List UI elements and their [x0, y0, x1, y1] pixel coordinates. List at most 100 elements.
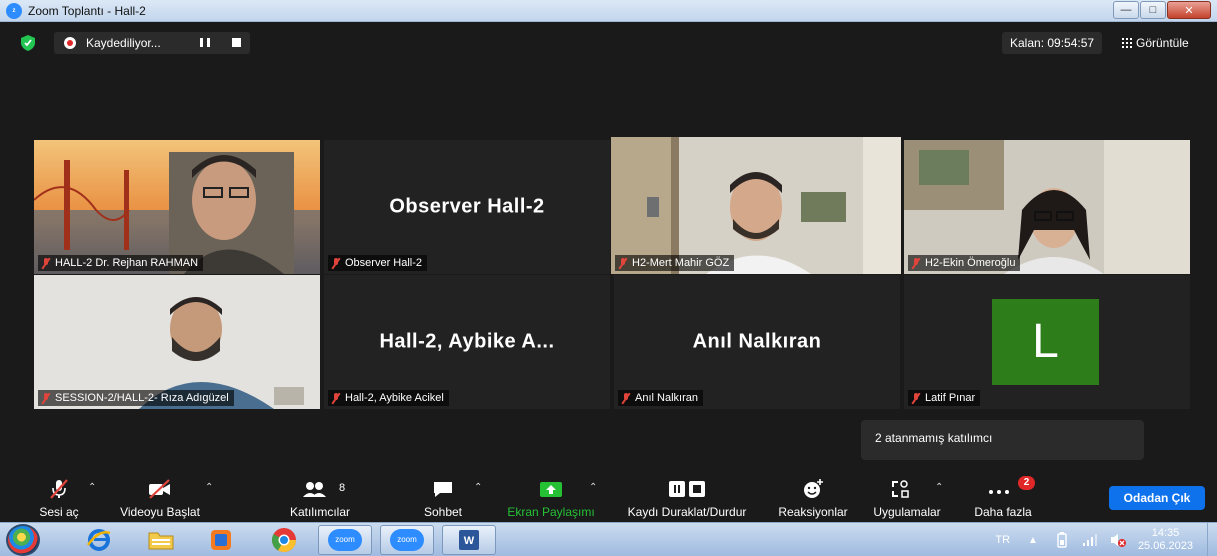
zoom-taskbar-item[interactable]: zoom	[318, 525, 372, 555]
reactions-button[interactable]: Reaksiyonlar	[771, 472, 855, 522]
participant-name: H2-Ekin Ömeroğlu	[925, 257, 1016, 269]
share-options-chevron-icon[interactable]: ⌃	[589, 482, 597, 493]
file-explorer-icon[interactable]	[134, 525, 188, 555]
internet-explorer-icon[interactable]	[72, 525, 126, 555]
apps-icon	[892, 480, 909, 498]
video-tile-anil[interactable]: Anıl Nalkıran Anıl Nalkıran	[614, 275, 900, 409]
zoom-taskbar-item-2[interactable]: zoom	[380, 525, 434, 555]
participant-name: SESSION-2/HALL-2- Rıza Adıgüzel	[55, 392, 229, 404]
video-options-chevron-icon[interactable]: ⌃	[205, 482, 213, 493]
windows-taskbar: zoom zoom W TR ▲ 14:35 25.06.2023	[0, 522, 1217, 556]
participant-avatar: L	[992, 299, 1099, 385]
video-tile-aybike[interactable]: Hall-2, Aybike A... Hall-2, Aybike Acike…	[324, 275, 610, 409]
media-player-icon[interactable]	[194, 525, 248, 555]
more-label: Daha fazla	[974, 505, 1032, 519]
mic-muted-icon	[50, 479, 68, 499]
language-indicator[interactable]: TR	[995, 534, 1010, 546]
recording-dot-icon	[64, 37, 76, 49]
pause-stop-recording-button[interactable]: Kaydı Duraklat/Durdur	[614, 472, 760, 522]
start-video-label: Videoyu Başlat	[120, 505, 200, 519]
participant-name: HALL-2 Dr. Rejhan RAHMAN	[55, 257, 199, 269]
meeting-topbar: Kaydediliyor... Kalan: 09:54:57 Görüntül…	[0, 22, 1217, 64]
more-notification-badge: 2	[1018, 476, 1035, 490]
mic-muted-icon	[618, 257, 628, 269]
participant-name: Observer Hall-2	[345, 257, 423, 269]
view-label: Görüntüle	[1136, 36, 1189, 50]
more-button[interactable]: 2 Daha fazla	[966, 472, 1040, 522]
video-tile-mert[interactable]: H2-Mert Mahir GÖZ	[611, 137, 901, 274]
participant-nameplate: Anıl Nalkıran	[618, 390, 703, 406]
chrome-icon[interactable]	[257, 525, 311, 555]
start-button-icon[interactable]	[6, 524, 40, 556]
participants-icon	[303, 482, 327, 497]
clock-date: 25.06.2023	[1137, 540, 1193, 552]
show-desktop-button[interactable]	[1207, 523, 1217, 556]
remaining-time-display: Kalan: 09:54:57	[1002, 32, 1103, 54]
mic-muted-icon	[621, 392, 631, 404]
unmute-label: Sesi aç	[39, 505, 79, 519]
participant-display-name: Hall-2, Aybike A...	[379, 330, 555, 353]
participant-name: Latif Pınar	[925, 392, 976, 404]
word-taskbar-item[interactable]: W	[442, 525, 496, 555]
participants-count: 8	[339, 482, 346, 494]
mic-muted-icon	[41, 392, 51, 404]
start-video-button[interactable]: Videoyu Başlat	[112, 472, 208, 522]
chat-button[interactable]: Sohbet	[418, 472, 468, 522]
zoom-logo-icon: zoom	[328, 529, 362, 551]
view-button[interactable]: Görüntüle	[1122, 32, 1189, 54]
minimize-button[interactable]: —	[1113, 1, 1139, 19]
participant-nameplate: Latif Pınar	[908, 390, 981, 406]
stop-recording-icon[interactable]	[232, 38, 241, 47]
network-signal-icon[interactable]	[1082, 533, 1098, 547]
meeting-toolbar: Sesi aç ⌃ Videoyu Başlat ⌃ 8 Katılımcıla…	[0, 472, 1217, 522]
participants-button[interactable]: 8 Katılımcılar	[281, 472, 359, 522]
chat-options-chevron-icon[interactable]: ⌃	[474, 482, 482, 493]
chrome-logo-icon	[271, 528, 296, 553]
pause-recording-icon[interactable]	[200, 38, 210, 47]
system-tray: TR ▲ 14:35 25.06.2023	[995, 523, 1217, 556]
close-button[interactable]: ✕	[1167, 1, 1211, 19]
recording-indicator: Kaydediliyor...	[54, 32, 250, 54]
mic-muted-icon	[41, 257, 51, 269]
participant-nameplate: HALL-2 Dr. Rejhan RAHMAN	[38, 255, 204, 271]
participant-video	[34, 140, 320, 274]
apps-label: Uygulamalar	[873, 505, 941, 519]
chat-label: Sohbet	[423, 505, 463, 519]
participant-name: H2-Mert Mahir GÖZ	[632, 257, 730, 269]
video-tile-observer[interactable]: Observer Hall-2 Observer Hall-2	[324, 140, 610, 274]
system-clock[interactable]: 14:35 25.06.2023	[1138, 527, 1193, 553]
share-screen-button[interactable]: Ekran Paylaşımı	[500, 472, 602, 522]
maximize-button[interactable]: □	[1140, 1, 1166, 19]
participant-nameplate: H2-Mert Mahir GÖZ	[615, 255, 735, 271]
apps-options-chevron-icon[interactable]: ⌃	[935, 482, 943, 493]
unmute-button[interactable]: Sesi aç	[30, 472, 88, 522]
zoom-app-icon: z	[6, 2, 22, 19]
word-logo-icon: W	[459, 530, 479, 550]
volume-muted-icon[interactable]	[1110, 532, 1126, 548]
video-tile-ekin[interactable]: H2-Ekin Ömeroğlu	[904, 140, 1190, 274]
video-tile-rejhan[interactable]: HALL-2 Dr. Rejhan RAHMAN	[34, 140, 320, 274]
share-screen-label: Ekran Paylaşımı	[507, 505, 595, 519]
mic-muted-icon	[331, 257, 341, 269]
svg-text:W: W	[464, 535, 475, 547]
leave-room-button[interactable]: Odadan Çık	[1109, 486, 1205, 510]
participant-nameplate: Observer Hall-2	[328, 255, 428, 271]
participant-nameplate: H2-Ekin Ömeroğlu	[908, 255, 1021, 271]
pause-stop-recording-icon	[669, 481, 705, 497]
show-hidden-icons-chevron-icon[interactable]: ▲	[1028, 535, 1038, 546]
participant-name: Anıl Nalkıran	[635, 392, 698, 404]
media-player-logo-icon	[211, 530, 231, 550]
participant-nameplate: Hall-2, Aybike Acikel	[328, 390, 449, 406]
clock-time: 14:35	[1151, 527, 1180, 539]
share-screen-icon	[540, 482, 562, 497]
participant-video	[904, 140, 1190, 274]
video-tile-latif[interactable]: L Latif Pınar	[904, 275, 1190, 409]
grid-view-icon	[1122, 38, 1132, 48]
video-tile-riza[interactable]: SESSION-2/HALL-2- Rıza Adıgüzel	[34, 275, 320, 409]
encryption-shield-icon[interactable]	[21, 35, 35, 51]
window-title: Zoom Toplantı - Hall-2	[28, 3, 146, 18]
battery-icon[interactable]	[1056, 532, 1068, 548]
apps-button[interactable]: Uygulamalar	[864, 472, 950, 522]
unassigned-participants-tooltip[interactable]: 2 atanmamış katılımcı	[861, 420, 1144, 460]
audio-options-chevron-icon[interactable]: ⌃	[88, 482, 96, 493]
